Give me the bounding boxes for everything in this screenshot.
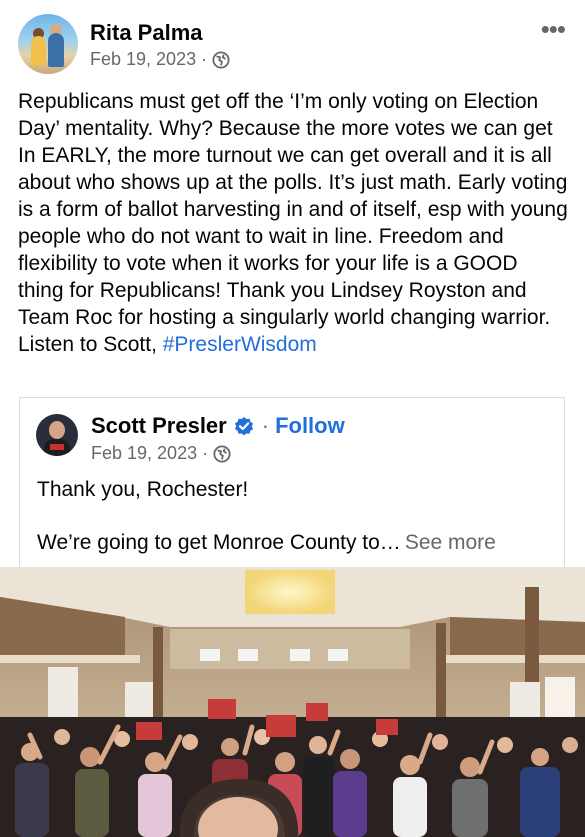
post-date[interactable]: Feb 19, 2023 [90, 49, 196, 70]
shared-post-text-line2: We’re going to get Monroe County to… See … [37, 531, 496, 555]
follow-separator: · [261, 413, 270, 438]
see-more-link[interactable]: See more [405, 531, 496, 554]
shared-post-card[interactable]: Scott Presler · Follow Feb 19, 2023 · Th… [19, 397, 565, 569]
meta-separator: · [201, 49, 208, 69]
author-avatar[interactable] [18, 14, 78, 74]
follow-button[interactable]: Follow [275, 413, 345, 439]
globe-icon [213, 444, 231, 463]
shared-post-text-truncated: We’re going to get Monroe County to… [37, 531, 401, 554]
shared-post-meta: Feb 19, 2023 · [91, 443, 231, 464]
author-name[interactable]: Rita Palma [90, 20, 203, 46]
post-text: Republicans must get off the ‘I’m only v… [18, 90, 568, 356]
post-body: Republicans must get off the ‘I’m only v… [18, 88, 568, 358]
shared-post-date[interactable]: Feb 19, 2023 [91, 443, 197, 464]
shared-author-name[interactable]: Scott Presler [91, 413, 227, 439]
hashtag-link[interactable]: #PreslerWisdom [163, 333, 317, 356]
shared-author-row: Scott Presler · Follow [91, 413, 345, 439]
shared-author-avatar[interactable] [36, 414, 78, 456]
post-header: Rita Palma Feb 19, 2023 · ••• [18, 14, 571, 76]
shared-post-text-line1: Thank you, Rochester! [37, 478, 249, 501]
verified-badge-icon [234, 417, 253, 436]
globe-icon [212, 50, 230, 69]
event-crowd-photo[interactable] [0, 567, 585, 837]
post-meta: Feb 19, 2023 · [90, 49, 230, 70]
shared-meta-separator: · [202, 443, 209, 463]
more-options-icon[interactable]: ••• [541, 16, 566, 42]
